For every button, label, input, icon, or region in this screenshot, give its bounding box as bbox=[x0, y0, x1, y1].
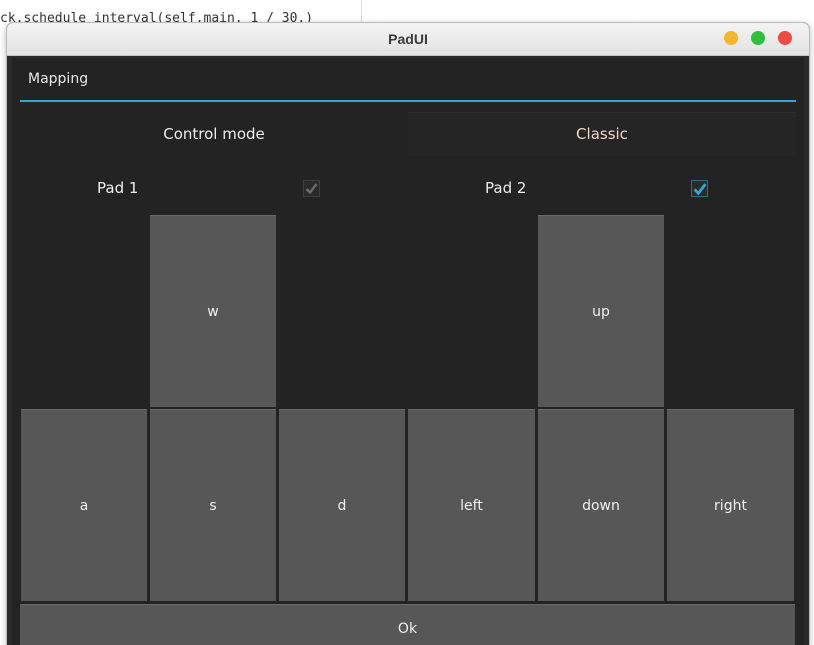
pad2-key-down[interactable]: down bbox=[538, 409, 664, 601]
check-icon bbox=[305, 183, 318, 195]
check-icon bbox=[693, 182, 706, 195]
tab-mapping[interactable]: Mapping bbox=[20, 58, 796, 102]
mapping-panel: Control mode Classic Pad 1 Pad 2 w a s d… bbox=[20, 102, 796, 645]
pad1-key-left[interactable]: a bbox=[21, 409, 147, 601]
maximize-button[interactable] bbox=[751, 31, 765, 45]
pad1-checkbox[interactable] bbox=[303, 180, 320, 197]
minimize-button[interactable] bbox=[724, 31, 738, 45]
control-mode-row: Control mode Classic bbox=[20, 112, 796, 156]
pad1-key-down[interactable]: s bbox=[150, 409, 276, 601]
tab-mapping-label: Mapping bbox=[28, 71, 89, 87]
pad2-checkbox[interactable] bbox=[691, 180, 708, 197]
padui-window: PadUI Mapping Control mode Classic Pad 1… bbox=[7, 23, 809, 645]
pad1-key-up[interactable]: w bbox=[150, 215, 276, 407]
editor-divider bbox=[361, 0, 362, 22]
pad2-key-right[interactable]: right bbox=[667, 409, 794, 601]
ok-button[interactable]: Ok bbox=[20, 604, 795, 645]
control-mode-label: Control mode bbox=[163, 125, 265, 143]
pad1-key-right[interactable]: d bbox=[279, 409, 405, 601]
control-mode-selector[interactable]: Classic bbox=[408, 112, 796, 156]
pad2-key-left[interactable]: left bbox=[408, 409, 535, 601]
window-content: Mapping Control mode Classic Pad 1 Pad 2 bbox=[12, 58, 804, 645]
pad2-key-up[interactable]: up bbox=[538, 215, 664, 407]
pad2-label: Pad 2 bbox=[485, 179, 527, 197]
window-title: PadUI bbox=[388, 31, 428, 47]
title-bar[interactable]: PadUI bbox=[7, 23, 809, 56]
pad1-label: Pad 1 bbox=[97, 179, 139, 197]
close-button[interactable] bbox=[778, 31, 792, 45]
